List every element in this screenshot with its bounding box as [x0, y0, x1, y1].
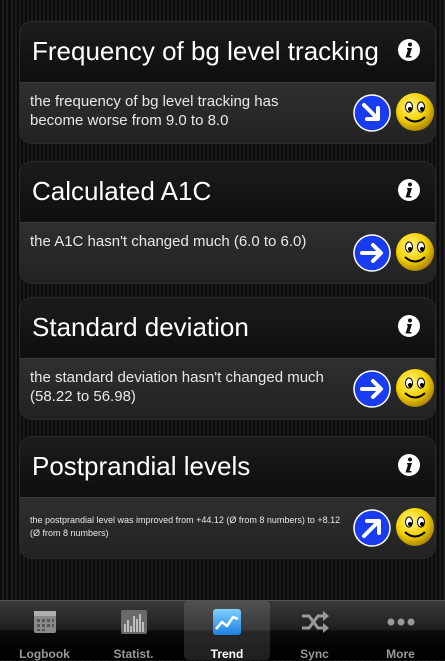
info-icon[interactable]: [397, 178, 421, 202]
smiley-icon: [396, 93, 434, 131]
card-title: Calculated A1C: [32, 176, 212, 206]
card-body: the postprandial level was improved from…: [20, 498, 435, 558]
trend-content: Frequency of bg level tracking the frequ…: [0, 0, 445, 600]
arrow-right-icon: [353, 370, 391, 408]
shuffle-icon: [301, 611, 329, 633]
card-header: Standard deviation: [20, 298, 435, 359]
more-dots-icon: [387, 618, 414, 626]
card-header: Calculated A1C: [20, 162, 435, 223]
info-icon[interactable]: [397, 314, 421, 338]
card-body: the frequency of bg level tracking has b…: [20, 83, 435, 143]
card-title: Postprandial levels: [32, 451, 251, 481]
card-header: Frequency of bg level tracking: [20, 22, 435, 83]
card-body: the standard deviation hasn't changed mu…: [20, 359, 435, 419]
card-description: the standard deviation hasn't changed mu…: [30, 369, 324, 405]
smiley-icon: [396, 508, 434, 546]
tab-bar: Logbook Statist. Trend Sync More: [0, 600, 445, 661]
card-description: the postprandial level was improved from…: [30, 515, 341, 538]
trend-card-std-deviation: Standard deviation the standard deviatio…: [20, 298, 435, 419]
trend-card-a1c: Calculated A1C the A1C hasn't changed mu…: [20, 162, 435, 283]
calendar-icon: [33, 611, 56, 633]
trend-card-frequency: Frequency of bg level tracking the frequ…: [20, 22, 435, 143]
card-body: the A1C hasn't changed much (6.0 to 6.0): [20, 223, 435, 283]
tab-logbook[interactable]: Logbook: [0, 601, 89, 661]
card-description: the frequency of bg level tracking has b…: [30, 93, 279, 129]
arrow-right-icon: [353, 234, 391, 272]
smiley-icon: [396, 233, 434, 271]
card-header: Postprandial levels: [20, 437, 435, 498]
tab-statistics[interactable]: Statist.: [89, 601, 178, 661]
arrow-down-right-icon: [353, 94, 391, 132]
info-icon[interactable]: [397, 38, 421, 62]
smiley-icon: [396, 369, 434, 407]
tab-sync[interactable]: Sync: [270, 601, 359, 661]
bar-chart-icon: [120, 610, 147, 634]
card-title: Standard deviation: [32, 312, 249, 342]
trend-line-icon: [213, 609, 241, 635]
trend-card-postprandial: Postprandial levels the postprandial lev…: [20, 437, 435, 558]
info-icon[interactable]: [397, 453, 421, 477]
card-description: the A1C hasn't changed much (6.0 to 6.0): [30, 233, 307, 250]
card-title: Frequency of bg level tracking: [32, 36, 379, 66]
tab-more[interactable]: More: [356, 601, 445, 661]
arrow-up-right-icon: [353, 509, 391, 547]
tab-trend[interactable]: Trend: [184, 601, 270, 661]
